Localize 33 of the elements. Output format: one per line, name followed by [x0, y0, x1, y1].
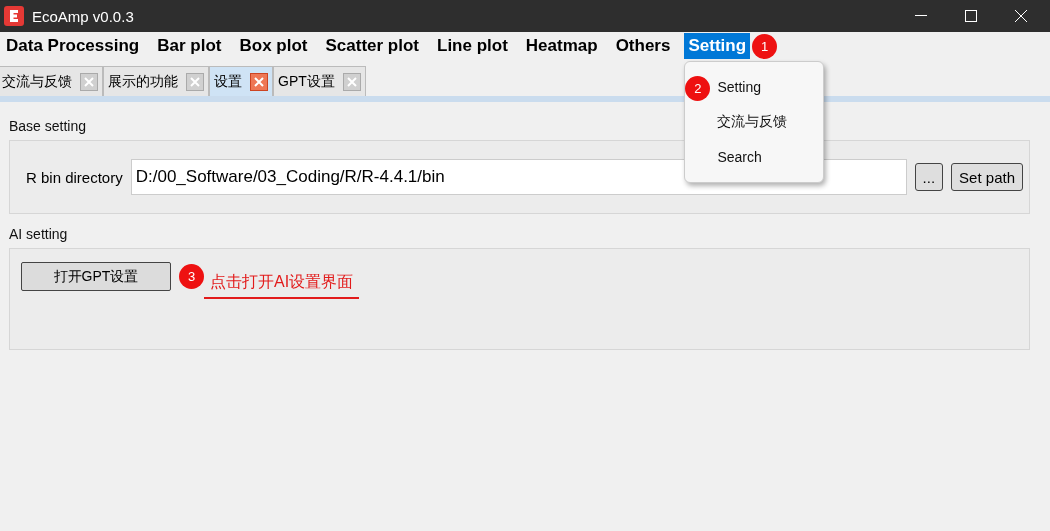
- close-icon[interactable]: [342, 72, 361, 91]
- maximize-icon: [965, 10, 977, 22]
- set-path-button[interactable]: Set path: [951, 163, 1023, 191]
- tab[interactable]: GPT设置: [273, 66, 366, 96]
- tab[interactable]: 设置: [209, 66, 273, 96]
- menu-item[interactable]: Setting: [684, 33, 751, 59]
- window-title: EcoAmp v0.0.3: [32, 7, 135, 25]
- dropdown-item[interactable]: 交流与反馈: [717, 113, 788, 129]
- menu-item[interactable]: Scatter plot: [321, 33, 423, 59]
- app-logo-icon: [4, 6, 24, 26]
- menu-item[interactable]: Box plot: [235, 33, 312, 59]
- menu-item[interactable]: Heatmap: [521, 33, 602, 59]
- step-marker: 1: [752, 33, 778, 59]
- close-icon[interactable]: [250, 72, 268, 91]
- dropdown-item[interactable]: Setting: [717, 79, 762, 95]
- menu-item[interactable]: Others: [611, 33, 675, 59]
- group-title: AI setting: [9, 226, 68, 242]
- tab[interactable]: 交流与反馈: [0, 66, 103, 96]
- close-icon: [1015, 10, 1027, 22]
- close-icon[interactable]: [80, 72, 98, 91]
- step-marker: 2: [685, 76, 711, 101]
- step-marker: 3: [179, 264, 204, 289]
- group-title: Base setting: [9, 118, 87, 134]
- tab[interactable]: 展示的功能: [103, 66, 209, 96]
- open-gpt-settings-button[interactable]: 打开GPT设置: [21, 262, 171, 291]
- menu-item[interactable]: Data Processing: [2, 33, 144, 59]
- annotation-note: 点击打开AI设置界面: [204, 272, 360, 299]
- close-icon[interactable]: [186, 72, 204, 91]
- menu-item[interactable]: Bar plot: [153, 33, 226, 59]
- minimize-icon: [915, 15, 927, 17]
- menu-item[interactable]: Line plot: [433, 33, 512, 59]
- browse-button[interactable]: ...: [914, 163, 944, 191]
- field-label: R bin directory: [26, 168, 123, 186]
